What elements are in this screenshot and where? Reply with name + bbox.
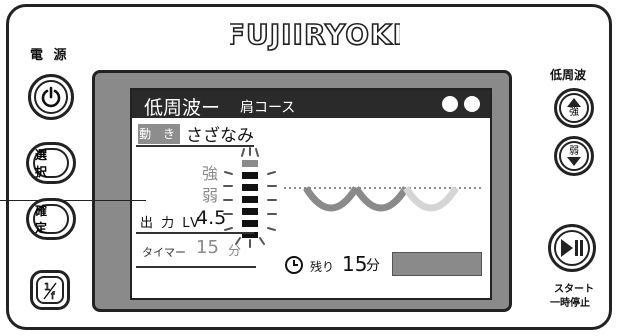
timer-label: タイマー [142,246,186,259]
weak-label: 弱 [569,146,579,157]
svg-text:FUJIIRYOKI: FUJIIRYOKI [230,18,400,51]
strong-label: 強 [569,107,579,118]
output-label: 出 力 LV [140,216,201,231]
svg-text:f: f [51,291,55,302]
status-dot-2 [464,96,480,112]
brand-logo: FUJIIRYOKI [230,17,400,52]
select-button[interactable]: 選 択 [26,142,76,184]
output-level: 4.5 [196,207,227,229]
movement-tag: 動 き [138,124,180,144]
divider [136,232,254,234]
status-dot-1 [442,96,458,112]
course-title-bar: 低周波ー 肩コース [132,90,490,119]
remaining-label: 残り [310,260,335,274]
pause-label: 一時停止 [550,298,590,309]
remaining-unit: 分 [366,258,380,274]
play-pause-icon [561,239,583,257]
wave-pattern [284,186,484,212]
strength-up-button[interactable]: 強 [554,88,594,128]
power-label: 電 源 [30,48,70,63]
confirm-button-label: 確 定 [33,204,69,235]
strength-weak-label: 弱 [202,186,219,205]
timer-value: 15 [196,237,219,258]
remaining-value: 15 [342,252,368,276]
timer-unit: 分 [228,244,242,259]
mode-title: 低周波ー [144,97,221,119]
strength-strong-label: 強 [202,164,219,183]
start-pause-button[interactable] [548,224,596,272]
divider [136,266,256,268]
device-panel: FUJIIRYOKI 電 源 選 択 確 定 1 f 低周波 強 弱 スタート … [0,0,622,336]
confirm-button[interactable]: 確 定 [26,198,76,240]
remaining-time-bar [392,252,482,276]
low-frequency-label: 低周波 [550,68,587,82]
callout-line [0,200,146,201]
triangle-up-icon [567,98,581,107]
start-label: スタート [554,284,594,295]
power-button[interactable] [28,74,74,120]
strength-down-button[interactable]: 弱 [554,136,594,176]
fluctuation-button[interactable]: 1 f [30,270,70,310]
clock-icon [285,256,303,274]
movement-value: さざなみ [186,126,254,146]
fraction-1f-icon: 1 f [43,282,57,302]
lcd-screen: 低周波ー 肩コース 動 き さざなみ 強 弱 出 力 LV 4.5 タイマー 1… [130,88,492,300]
select-button-label: 選 択 [33,148,69,179]
course-name: 肩コース [240,100,296,116]
power-icon [41,86,61,108]
triangle-down-icon [567,157,581,166]
